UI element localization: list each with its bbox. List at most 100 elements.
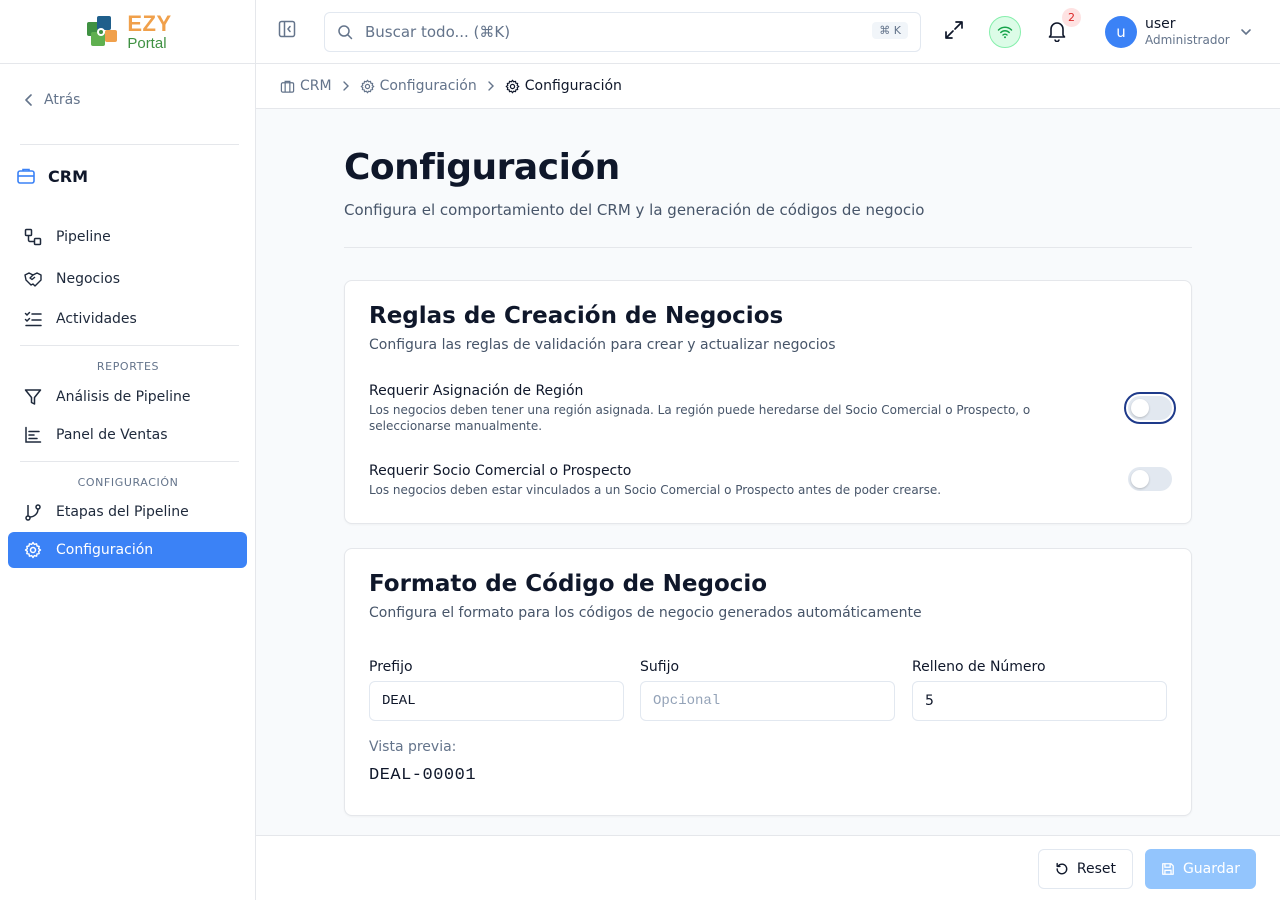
field-label: Sufijo [640, 659, 680, 675]
prefix-field: Prefijo [369, 659, 624, 721]
main-content: Configuración Configura el comportamient… [256, 109, 1280, 835]
sidebar-divider [20, 144, 239, 145]
save-button[interactable]: Guardar [1145, 849, 1256, 889]
sidebar-item-label: Configuración [56, 542, 154, 558]
sidebar-divider [20, 345, 239, 346]
sidebar: EZY Portal Atrás CRM Pipeline Negocios A… [0, 0, 256, 900]
prefix-input[interactable] [369, 681, 624, 721]
sidebar-item-label: Panel de Ventas [56, 427, 168, 443]
sidebar-item-pipeline[interactable]: Pipeline [8, 219, 247, 255]
preview-value: DEAL-00001 [369, 766, 477, 785]
sidebar-item-label: Actividades [56, 311, 137, 327]
setting-description: Los negocios deben estar vinculados a un… [369, 483, 942, 497]
briefcase-icon [17, 168, 35, 184]
gear-icon [360, 79, 374, 93]
reset-label: Reset [1076, 861, 1116, 877]
breadcrumb: CRM Configuración Configuración [256, 64, 1280, 109]
chevron-right-icon [342, 81, 349, 91]
rules-card: Reglas de Creación de Negocios Configura… [344, 280, 1192, 524]
chevron-left-icon [25, 94, 32, 106]
logo[interactable]: EZY Portal [83, 12, 171, 52]
logo-name-bottom: Portal [127, 34, 167, 52]
breadcrumb-crm[interactable]: CRM [280, 78, 332, 94]
handshake-icon [24, 272, 42, 287]
code-format-card-title: Formato de Código de Negocio [369, 571, 768, 597]
sidebar-item-configuracion[interactable]: Configuración [8, 532, 247, 568]
sidebar-item-etapas-pipeline[interactable]: Etapas del Pipeline [8, 494, 247, 530]
gear-icon [505, 79, 520, 93]
footer-actions: Reset Guardar [256, 835, 1280, 900]
fullscreen-button[interactable] [944, 20, 964, 40]
logo-name-top: EZY [127, 10, 172, 36]
workflow-icon [24, 228, 42, 246]
connection-status[interactable] [989, 16, 1021, 48]
setting-label: Requerir Socio Comercial o Prospecto [369, 463, 632, 479]
sidebar-divider [20, 461, 239, 462]
section-label-config: CONFIGURACIÓN [77, 476, 179, 489]
preview-label: Vista previa: [369, 739, 457, 755]
sidebar-item-negocios[interactable]: Negocios [8, 261, 247, 297]
save-icon [1162, 863, 1174, 875]
sidebar-item-label: Etapas del Pipeline [56, 504, 189, 520]
sidebar-toggle-button[interactable] [278, 20, 296, 38]
expand-icon [945, 21, 963, 39]
padding-input[interactable] [912, 681, 1167, 721]
git-branch-icon [25, 504, 41, 521]
title-divider [344, 247, 1192, 248]
module-title: CRM [48, 166, 88, 186]
checklist-icon [24, 311, 42, 327]
sidebar-item-label: Análisis de Pipeline [56, 389, 191, 405]
field-label: Prefijo [369, 659, 413, 675]
toggle-knob [1131, 470, 1149, 488]
chevron-down-icon [1240, 29, 1251, 36]
sidebar-item-actividades[interactable]: Actividades [8, 301, 247, 337]
breadcrumb-label: CRM [300, 78, 332, 94]
sidebar-item-panel-ventas[interactable]: Panel de Ventas [8, 417, 247, 453]
gear-icon [24, 541, 42, 559]
briefcase-icon [280, 80, 295, 93]
wifi-icon [997, 26, 1013, 39]
setting-description: Los negocios deben tener una región asig… [369, 403, 1031, 434]
page-title: Configuración [344, 147, 620, 188]
padding-field: Relleno de Número [912, 659, 1167, 721]
back-link[interactable]: Atrás [24, 92, 80, 108]
save-label: Guardar [1182, 861, 1240, 877]
user-role: Administrador [1145, 33, 1230, 48]
reset-button[interactable]: Reset [1038, 849, 1133, 889]
logo-area: EZY Portal [0, 0, 255, 64]
rules-card-subtitle: Configura las reglas de validación para … [369, 337, 836, 353]
chevron-right-icon [488, 81, 494, 91]
panel-left-icon [278, 20, 296, 38]
breadcrumb-label: Configuración [524, 78, 622, 94]
require-partner-toggle[interactable] [1128, 467, 1172, 491]
module-header: CRM [16, 166, 88, 186]
back-label: Atrás [44, 92, 81, 108]
notification-count-badge: 2 [1062, 8, 1081, 27]
breadcrumb-configuracion[interactable]: Configuración [360, 78, 477, 94]
search-shortcut-hint: ⌘ K [872, 22, 908, 39]
toggle-knob [1131, 399, 1149, 417]
topbar: ⌘ K 2 u user Administrador [256, 0, 1280, 64]
ezy-logo-icon [87, 15, 118, 46]
code-format-card-subtitle: Configura el formato para los códigos de… [369, 605, 922, 621]
suffix-input[interactable] [640, 681, 895, 721]
page-subtitle: Configura el comportamiento del CRM y la… [344, 201, 925, 219]
search-box: ⌘ K [324, 12, 921, 52]
sidebar-item-label: Pipeline [56, 229, 111, 245]
sidebar-item-analisis-pipeline[interactable]: Análisis de Pipeline [8, 379, 247, 415]
code-format-card: Formato de Código de Negocio Configura e… [344, 548, 1192, 816]
sidebar-item-label: Negocios [56, 271, 120, 287]
require-region-toggle[interactable] [1124, 392, 1176, 424]
user-menu[interactable]: u user Administrador [1105, 16, 1252, 48]
search-icon [338, 25, 353, 40]
search-input[interactable] [365, 23, 845, 41]
breadcrumb-label: Configuración [379, 78, 477, 94]
setting-require-partner: Requerir Socio Comercial o Prospecto Los… [369, 463, 1172, 503]
funnel-icon [24, 389, 42, 405]
reset-icon [1056, 862, 1068, 875]
section-label-reports: REPORTES [96, 360, 160, 373]
user-name: user [1145, 16, 1176, 33]
field-label: Relleno de Número [912, 659, 1046, 675]
rules-card-title: Reglas de Creación de Negocios [369, 303, 784, 329]
breadcrumb-current: Configuración [505, 78, 622, 94]
